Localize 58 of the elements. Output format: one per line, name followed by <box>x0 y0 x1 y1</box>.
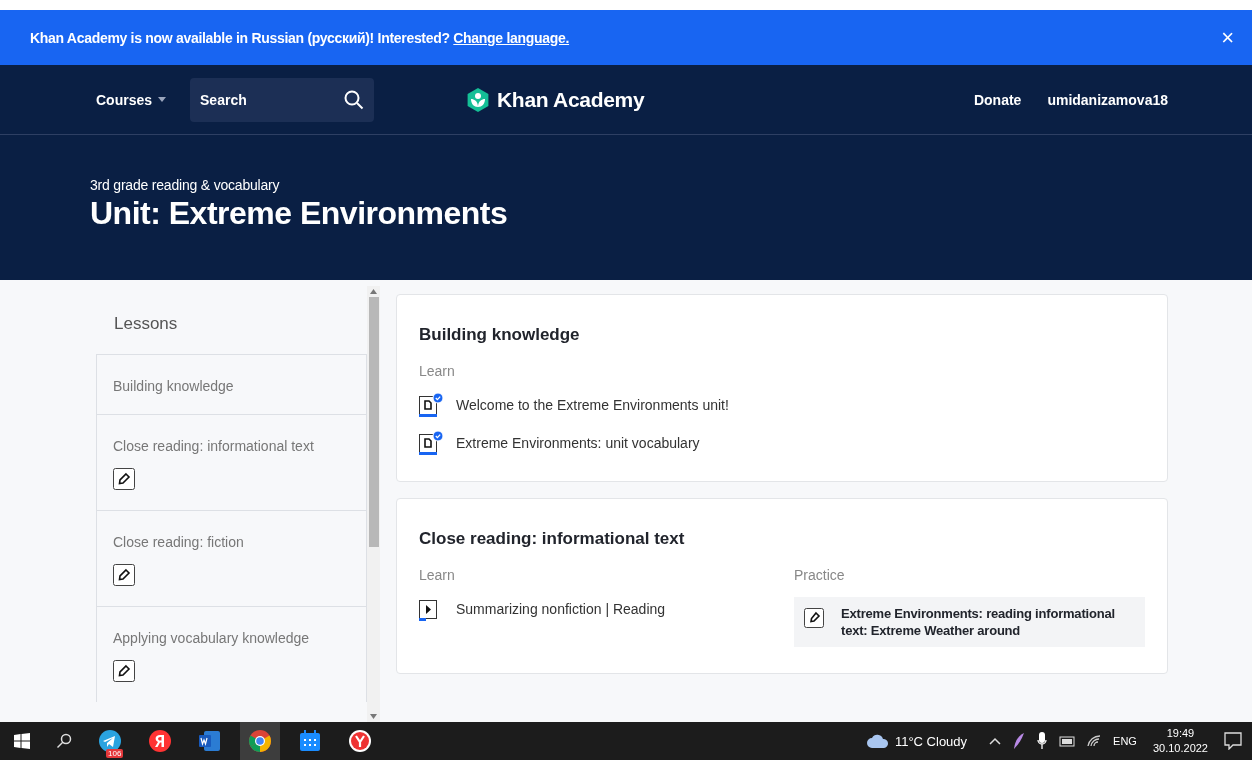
lesson-title: Applying vocabulary knowledge <box>113 630 310 646</box>
telegram-icon <box>98 729 122 753</box>
unit-title: Unit: Extreme Environments <box>90 195 509 232</box>
card-title: Close reading: informational text <box>419 529 686 549</box>
logo-icon <box>467 87 489 112</box>
lessons-heading: Lessons <box>113 313 179 335</box>
scrollbar[interactable] <box>367 286 380 722</box>
breadcrumb-link[interactable]: 3rd grade reading & vocabulary <box>90 177 1252 193</box>
section-label: Practice <box>794 567 846 583</box>
notification-icon[interactable] <box>1224 732 1242 750</box>
lesson-item[interactable]: Applying vocabulary knowledge <box>96 606 367 702</box>
windows-icon[interactable] <box>14 733 30 749</box>
logo-text: Khan Academy <box>497 87 645 112</box>
letter-icon <box>148 729 172 753</box>
pencil-icon <box>113 468 135 490</box>
content-link[interactable]: Welcome to the Extreme Environments unit! <box>419 393 1145 417</box>
search-icon <box>344 89 365 110</box>
lesson-item[interactable]: Close reading: informational text <box>96 414 367 510</box>
scroll-up-arrow-icon[interactable] <box>370 289 377 294</box>
clock-time[interactable]: 19:49 <box>1166 726 1195 741</box>
taskbar-app[interactable] <box>240 722 280 760</box>
word-icon <box>198 729 222 753</box>
nav-link[interactable]: Donate <box>973 91 1022 108</box>
chrome-icon <box>248 729 272 753</box>
microphone-icon[interactable] <box>1037 732 1048 750</box>
change-language-link[interactable]: Change language. <box>453 29 570 46</box>
cloud-icon <box>866 734 889 748</box>
card-title: Building knowledge <box>419 325 581 345</box>
pencil-icon <box>113 660 135 682</box>
search-field[interactable]: Search <box>190 77 375 122</box>
practice-item[interactable]: Extreme Environments: reading informational text: Extreme Weather around <box>794 597 1145 647</box>
pencil-icon <box>113 564 135 586</box>
weather-widget[interactable]: 11°C Cloudy <box>866 733 968 749</box>
count-badge: 106 <box>106 749 124 758</box>
caret-icon <box>158 97 167 102</box>
lesson-item[interactable]: Close reading: fiction <box>96 510 367 606</box>
network-icon[interactable] <box>1059 735 1076 747</box>
close-button[interactable]: × <box>1217 26 1238 49</box>
section-label: Learn <box>419 363 456 379</box>
lesson-title: Close reading: informational text <box>113 438 314 454</box>
taskbar-app[interactable]: 106 <box>90 722 130 760</box>
section-label: Learn <box>419 567 456 583</box>
language-indicator[interactable]: ENG <box>1113 735 1137 747</box>
calendar-icon <box>298 729 322 753</box>
wifi-icon[interactable] <box>1087 735 1102 747</box>
content-link[interactable]: Extreme Environments: unit vocabulary <box>419 431 1145 455</box>
lesson-title: Building knowledge <box>113 378 234 394</box>
search-icon[interactable] <box>56 733 72 749</box>
browser-icon <box>348 729 372 753</box>
content-link[interactable]: Summarizing nonfiction | Reading <box>419 597 770 621</box>
banner-message: Khan Academy is now available in Russian (русский)! Interested? Change language. <box>30 29 570 46</box>
scroll-down-arrow-icon[interactable] <box>370 714 377 719</box>
courses-dropdown[interactable]: Courses <box>96 91 167 108</box>
lesson-title: Close reading: fiction <box>113 534 244 550</box>
chevron-up-icon[interactable] <box>989 737 1002 745</box>
clock-date[interactable]: 30.10.2022 <box>1152 741 1208 756</box>
feather-icon[interactable] <box>1013 733 1026 749</box>
nav-link[interactable]: umidanizamova18 <box>1047 91 1168 108</box>
